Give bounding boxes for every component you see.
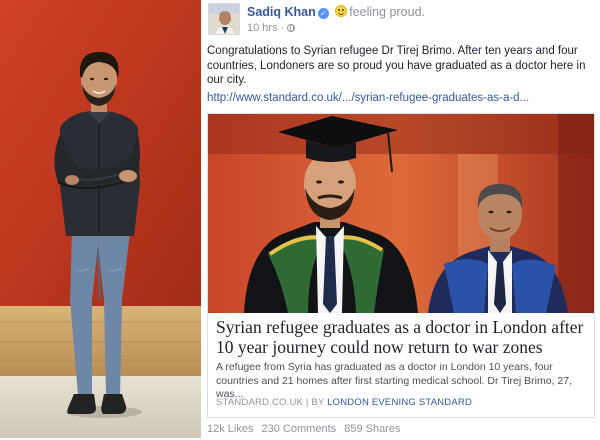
source-separator: | BY [303,397,328,408]
card-description: A refugee from Syria has graduated as a … [216,361,572,400]
smiling-face-icon [335,5,348,17]
verified-badge-icon: ✓ [317,8,329,19]
facebook-post: Sadiq Khan ✓ feeling proud. 10 hrs · Cong… [203,0,600,440]
avatar-image [209,4,239,34]
card-headline[interactable]: Syrian refugee graduates as a doctor in … [216,317,592,357]
post-header: Sadiq Khan ✓ feeling proud. 10 hrs · [208,3,598,39]
shares-count[interactable]: 859 Shares [344,423,400,435]
link-preview-card[interactable]: Syrian refugee graduates as a doctor in … [207,113,595,418]
standing-man-photo [0,0,203,440]
graduation-photo[interactable] [208,114,594,313]
source-domain: STANDARD.CO.UK [216,397,304,408]
author-name[interactable]: Sadiq Khan [247,5,316,19]
author-line: Sadiq Khan ✓ feeling proud. [247,5,425,19]
feeling-text: feeling proud. [349,5,426,19]
source-publisher-link[interactable]: LONDON EVENING STANDARD [327,397,472,408]
post-meta: 10 hrs · [247,22,296,34]
engagement-bar: 12k Likes 230 Comments 859 Shares [207,423,405,435]
card-source: STANDARD.CO.UK | BY LONDON EVENING STAND… [216,397,472,408]
meta-separator: · [280,22,285,34]
post-link[interactable]: http://www.standard.co.uk/.../syrian-ref… [207,92,597,104]
post-body-text: Congratulations to Syrian refugee Dr Tir… [207,45,586,86]
post-timestamp[interactable]: 10 hrs [247,22,278,34]
globe-icon[interactable] [287,24,296,32]
author-avatar[interactable] [208,3,240,35]
likes-count[interactable]: 12k Likes [207,423,253,435]
comments-count[interactable]: 230 Comments [262,423,337,435]
